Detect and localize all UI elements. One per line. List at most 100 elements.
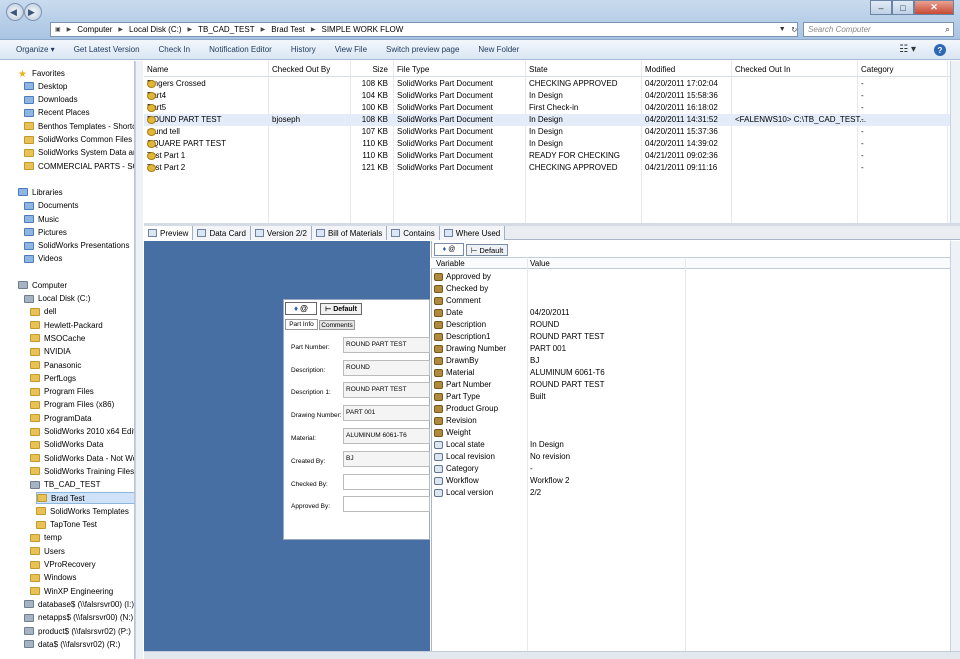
value-column-header[interactable]: Value: [530, 259, 550, 268]
nav-item-folder[interactable]: temp: [30, 532, 134, 544]
nav-local-disk[interactable]: Local Disk (C:): [24, 293, 134, 305]
breadcrumb-chevron-icon[interactable]: ▶: [67, 26, 72, 33]
nav-libraries[interactable]: Libraries: [18, 186, 134, 198]
variable-row[interactable]: Approved by: [431, 271, 950, 283]
minimize-button[interactable]: –: [870, 0, 892, 15]
table-row[interactable]: Part4 104 KB SolidWorks Part Document In De…: [144, 90, 950, 102]
nav-item-library[interactable]: Pictures: [24, 226, 134, 238]
nav-item-vault-folder[interactable]: TapTone Test: [36, 519, 134, 531]
card-tab-at[interactable]: ♦ @: [285, 302, 317, 315]
variable-row[interactable]: Workflow Workflow 2: [431, 475, 950, 487]
card-subtab-comments[interactable]: Comments: [319, 320, 355, 330]
nav-item-folder[interactable]: SolidWorks Data: [30, 439, 134, 451]
column-header[interactable]: Name: [147, 65, 168, 74]
toolbar-button[interactable]: Get Latest Version: [74, 45, 140, 54]
nav-item-folder[interactable]: NVIDIA: [30, 346, 134, 358]
breadcrumb-segment[interactable]: TB_CAD_TEST: [198, 25, 254, 34]
variable-row[interactable]: Date 04/20/2011: [431, 307, 950, 319]
nav-item-folder[interactable]: ProgramData: [30, 412, 134, 424]
toolbar-button[interactable]: View File: [335, 45, 367, 54]
table-row[interactable]: Fingers Crossed 108 KB SolidWorks Part Doc…: [144, 78, 950, 90]
nav-item-favorite[interactable]: SolidWorks System Data anc: [24, 147, 134, 159]
nav-favorites[interactable]: ★ Favorites: [18, 67, 134, 80]
search-input[interactable]: Search Computer ⌕: [803, 22, 954, 37]
variables-scrollbar[interactable]: [950, 241, 960, 651]
nav-item-folder[interactable]: PerfLogs: [30, 372, 134, 384]
nav-item-network-drive[interactable]: product$ (\\falsrsvr02) (P:): [24, 625, 134, 637]
variable-column-header[interactable]: Variable: [436, 259, 465, 268]
toolbar-button[interactable]: Notification Editor: [209, 45, 272, 54]
tab-where-used[interactable]: Where Used: [439, 226, 506, 240]
nav-item-library[interactable]: Documents: [24, 200, 134, 212]
nav-item-folder[interactable]: dell: [30, 306, 134, 318]
breadcrumb-chevron-icon[interactable]: ▶: [118, 26, 123, 33]
variable-row[interactable]: Checked by: [431, 283, 950, 295]
variable-row[interactable]: Description1 ROUND PART TEST: [431, 331, 950, 343]
breadcrumb-segment[interactable]: Computer: [77, 25, 112, 34]
nav-item-folder[interactable]: Program Files (x86): [30, 399, 134, 411]
toolbar-button[interactable]: Check In: [159, 45, 191, 54]
variables-tab-at[interactable]: ♦ @: [434, 243, 464, 256]
column-header[interactable]: Modified: [645, 65, 675, 74]
search-icon[interactable]: ⌕: [945, 24, 950, 35]
nav-vault[interactable]: TB_CAD_TEST: [30, 479, 134, 491]
variable-row[interactable]: Local version 2/2: [431, 487, 950, 499]
horizontal-scrollbar[interactable]: [144, 651, 960, 659]
address-dropdown-icon[interactable]: ▼: [779, 26, 786, 33]
variable-row[interactable]: Revision: [431, 415, 950, 427]
column-header[interactable]: Size: [353, 65, 388, 74]
card-field-input[interactable]: ALUMINUM 6061-T6: [343, 428, 430, 444]
nav-item-folder[interactable]: Panasonic: [30, 359, 134, 371]
variable-row[interactable]: DrawnBy BJ: [431, 355, 950, 367]
variable-row[interactable]: Description ROUND: [431, 319, 950, 331]
tab-contains[interactable]: Contains: [387, 226, 440, 240]
breadcrumb-chevron-icon[interactable]: ▶: [261, 26, 266, 33]
nav-item-folder[interactable]: Users: [30, 545, 134, 557]
navigation-scrollbar[interactable]: [135, 61, 143, 659]
column-header[interactable]: Checked Out In: [735, 65, 791, 74]
file-list-scrollbar[interactable]: [950, 61, 960, 223]
variable-row[interactable]: Local state In Design: [431, 439, 950, 451]
nav-item-favorite[interactable]: Benthos Templates - Shortc: [24, 120, 134, 132]
nav-item-favorite[interactable]: COMMERCIAL PARTS - SOL: [24, 160, 134, 172]
table-row[interactable]: ROUND PART TEST bjoseph 108 KB SolidWorks P…: [144, 114, 950, 126]
column-header[interactable]: Category: [861, 65, 893, 74]
nav-item-favorite[interactable]: SolidWorks Common Files -: [24, 134, 134, 146]
breadcrumb-segment[interactable]: SIMPLE WORK FLOW: [322, 25, 404, 34]
breadcrumb-chevron-icon[interactable]: ▶: [188, 26, 193, 33]
variable-row[interactable]: Material ALUMINUM 6061-T6: [431, 367, 950, 379]
close-button[interactable]: ✕: [914, 0, 954, 15]
nav-item-folder[interactable]: WinXP Engineering: [30, 585, 134, 597]
nav-item-folder[interactable]: MSOCache: [30, 332, 134, 344]
toolbar-button[interactable]: Switch preview page: [386, 45, 459, 54]
table-row[interactable]: Part5 100 KB SolidWorks Part Document First…: [144, 102, 950, 114]
card-tab-default[interactable]: ⊢ Default: [320, 303, 362, 315]
nav-item-network-drive[interactable]: data$ (\\falsrsvr02) (R:): [24, 638, 134, 650]
card-field-input[interactable]: BJ: [343, 451, 430, 467]
card-subtab-part-info[interactable]: Part Info: [285, 319, 318, 330]
variable-row[interactable]: Part Type Built: [431, 391, 950, 403]
table-row[interactable]: round tell 107 KB SolidWorks Part Document…: [144, 126, 950, 138]
card-field-input[interactable]: [343, 474, 430, 490]
nav-item-folder[interactable]: SolidWorks 2010 x64 Editic: [30, 426, 134, 438]
nav-item-favorite[interactable]: Desktop: [24, 80, 134, 92]
card-field-input[interactable]: PART 001: [343, 405, 430, 421]
tab-bill-of-materials[interactable]: Bill of Materials: [311, 226, 388, 240]
column-header[interactable]: State: [529, 65, 548, 74]
variable-row[interactable]: Comment: [431, 295, 950, 307]
change-view-icon[interactable]: ☷ ▾: [899, 44, 916, 55]
variable-row[interactable]: Local revision No revision: [431, 451, 950, 463]
card-field-input[interactable]: [343, 496, 430, 512]
tab-version-2-2[interactable]: Version 2/2: [250, 226, 312, 240]
breadcrumb-segment[interactable]: Brad Test: [271, 25, 305, 34]
breadcrumb-chevron-icon[interactable]: ▶: [311, 26, 316, 33]
toolbar-button[interactable]: New Folder: [478, 45, 519, 54]
forward-button[interactable]: ▶: [24, 3, 42, 21]
card-field-input[interactable]: ROUND PART TEST: [343, 382, 430, 398]
nav-item-folder[interactable]: Hewlett-Packard: [30, 319, 134, 331]
variable-row[interactable]: Product Group: [431, 403, 950, 415]
variables-tab-default[interactable]: ⊢ Default: [466, 244, 508, 256]
nav-item-folder[interactable]: SolidWorks Training Files: [30, 465, 134, 477]
column-header[interactable]: Checked Out By: [272, 65, 330, 74]
back-button[interactable]: ◀: [6, 3, 24, 21]
